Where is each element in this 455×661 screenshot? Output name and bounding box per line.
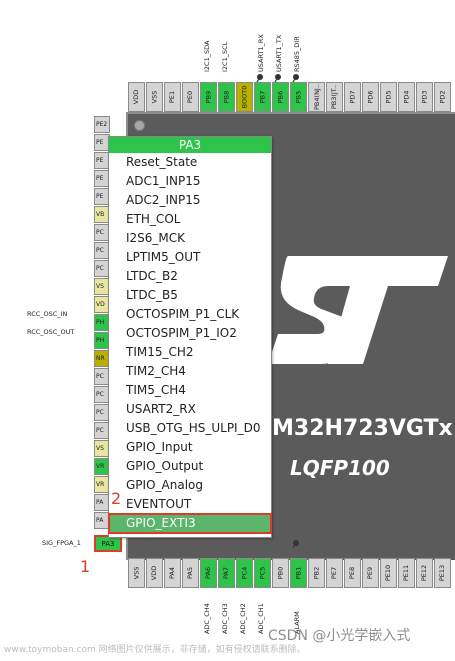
pushpin-icon	[292, 540, 299, 548]
menu-item[interactable]: ADC2_INP15	[109, 191, 271, 210]
menu-item-selected[interactable]: GPIO_EXTI3	[108, 513, 272, 534]
top-pin[interactable]: VSS	[146, 82, 163, 112]
menu-item[interactable]: GPIO_Analog	[109, 476, 271, 495]
top-pin[interactable]: PD2	[434, 82, 451, 112]
menu-item[interactable]: USB_OTG_HS_ULPI_D0	[109, 419, 271, 438]
bottom-pin[interactable]: PB0	[272, 558, 289, 588]
sig-label: SIG_FPGA_1	[42, 539, 81, 547]
menu-item[interactable]: TIM2_CH4	[109, 362, 271, 381]
bottom-pin[interactable]: PE11	[398, 558, 415, 588]
bottom-pin[interactable]: PE7	[326, 558, 343, 588]
top-pin[interactable]: BOOT0	[236, 82, 253, 112]
osc-out-label: RCC_OSC_OUT	[27, 328, 75, 336]
bottom-pin[interactable]: PE13	[434, 558, 451, 588]
menu-item[interactable]: ETH_COL	[109, 210, 271, 229]
pushpin-icon	[274, 74, 281, 82]
left-pin[interactable]: PE2	[94, 116, 110, 133]
top-pin[interactable]: PD5	[380, 82, 397, 112]
menu-item[interactable]: LTDC_B5	[109, 286, 271, 305]
bottom-pin[interactable]: PB1	[290, 558, 307, 588]
bottom-pin[interactable]: PE10	[380, 558, 397, 588]
chip-package: LQFP100	[290, 456, 390, 480]
top-pin[interactable]: PD3	[416, 82, 433, 112]
menu-item[interactable]: OCTOSPIM_P1_IO2	[109, 324, 271, 343]
step-2-annotation: 2	[111, 489, 122, 508]
watermark-url: www.toymoban.com 网络图片仅供展示，非存储，如有侵权请联系删除。	[4, 645, 306, 655]
st-logo	[268, 256, 448, 364]
menu-title: PA3	[109, 137, 271, 153]
bottom-pin[interactable]: PE8	[344, 558, 361, 588]
osc-in-label: RCC_OSC_IN	[27, 310, 68, 318]
bottom-pin[interactable]: PC4	[236, 558, 253, 588]
menu-item[interactable]: ADC1_INP15	[109, 172, 271, 191]
bottom-pin[interactable]: PE12	[416, 558, 433, 588]
pin-function-menu: PA3 Reset_State ADC1_INP15 ADC2_INP15 ET…	[108, 136, 272, 538]
top-signal-label: I2C1_SDA	[203, 40, 211, 72]
bottom-signal-label: ADC_CH1	[257, 603, 265, 634]
bottom-pin[interactable]: VDD	[146, 558, 163, 588]
top-pin[interactable]: PB8	[218, 82, 235, 112]
menu-item[interactable]: EVENTOUT	[109, 495, 271, 514]
top-signal-label: USART1_RX	[257, 34, 265, 72]
top-signal-label: I2C1_SCL	[221, 41, 229, 72]
bottom-pin[interactable]: PA7	[218, 558, 235, 588]
top-pin[interactable]: PE1	[164, 82, 181, 112]
bottom-signal-label: ADC_CH2	[239, 603, 247, 634]
menu-item[interactable]: Reset_State	[109, 153, 271, 172]
top-pin[interactable]: PB4(NJ..	[308, 82, 325, 112]
top-signal-label: USART1_TX	[275, 34, 283, 72]
top-pin[interactable]: PB6	[272, 82, 289, 112]
bottom-pin[interactable]: PE9	[362, 558, 379, 588]
top-pin[interactable]: PD4	[398, 82, 415, 112]
bottom-pin[interactable]: PA6	[200, 558, 217, 588]
top-pin[interactable]: PD6	[362, 82, 379, 112]
bottom-pin[interactable]: PA5	[182, 558, 199, 588]
pushpin-icon	[256, 74, 263, 82]
top-pin[interactable]: PD7	[344, 82, 361, 112]
top-pin[interactable]: VDD	[128, 82, 145, 112]
bottom-signal-label: ADC_CH3	[221, 603, 229, 634]
bottom-pin[interactable]: PC5	[254, 558, 271, 588]
bottom-signal-label: ADC_CH4	[203, 603, 211, 634]
menu-item[interactable]: TIM15_CH2	[109, 343, 271, 362]
pa3-pin[interactable]: PA3	[94, 535, 122, 552]
menu-item[interactable]: OCTOSPIM_P1_CLK	[109, 305, 271, 324]
pushpin-icon	[292, 74, 299, 82]
top-pin[interactable]: PB7	[254, 82, 271, 112]
step-1-annotation: 1	[80, 557, 91, 576]
menu-item[interactable]: TIM5_CH4	[109, 381, 271, 400]
top-pin[interactable]: PE0	[182, 82, 199, 112]
bottom-pin[interactable]: VSS	[128, 558, 145, 588]
top-pin[interactable]: PB5	[290, 82, 307, 112]
bottom-pin[interactable]: PA4	[164, 558, 181, 588]
watermark-csdn: CSDN @小光学嵌入式	[268, 628, 411, 644]
menu-item[interactable]: GPIO_Input	[109, 438, 271, 457]
menu-item[interactable]: LTDC_B2	[109, 267, 271, 286]
pin1-dot	[134, 120, 145, 131]
top-pin[interactable]: PB9	[200, 82, 217, 112]
bottom-pin[interactable]: PB2	[308, 558, 325, 588]
menu-item[interactable]: USART2_RX	[109, 400, 271, 419]
menu-item[interactable]: I2S6_MCK	[109, 229, 271, 248]
top-signal-label: RS485_DIR	[293, 36, 301, 72]
menu-item[interactable]: LPTIM5_OUT	[109, 248, 271, 267]
chip-name: M32H723VGTx	[272, 416, 453, 441]
top-pin[interactable]: PB3(JT..	[326, 82, 343, 112]
menu-item[interactable]: GPIO_Output	[109, 457, 271, 476]
